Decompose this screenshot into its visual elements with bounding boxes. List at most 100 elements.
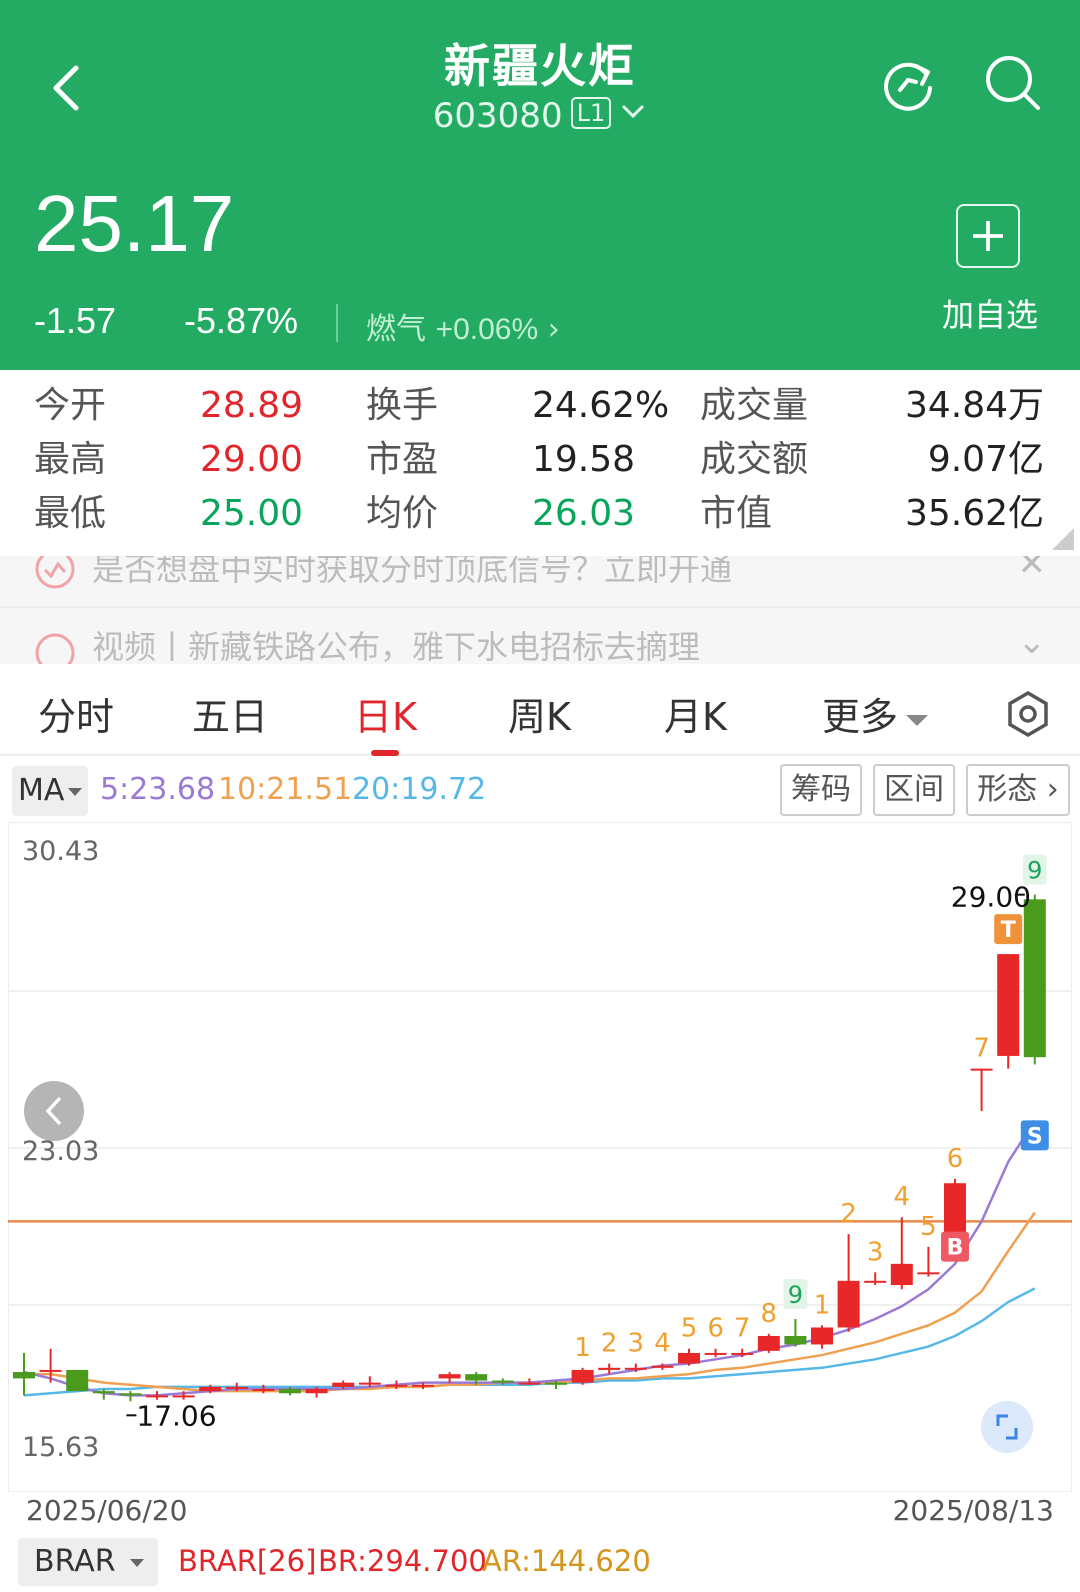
add-watchlist-label[interactable]: 加自选 — [940, 290, 1040, 336]
ma-selector[interactable]: MA — [12, 766, 88, 816]
stat-value: 9.07亿 — [927, 439, 1044, 480]
ma5-value: 5:23.68 — [100, 772, 216, 807]
tab-daily-k[interactable]: 日K — [354, 686, 417, 741]
alert-icon — [35, 556, 75, 589]
stat-value: 26.03 — [532, 493, 636, 534]
tab-weekly-k[interactable]: 周K — [508, 686, 571, 741]
search-icon[interactable] — [982, 52, 1044, 114]
chip-distribution-button[interactable]: 筹码 — [780, 764, 862, 816]
candle-body — [1023, 899, 1046, 1058]
nine-count-label: 3 — [867, 1237, 884, 1267]
corner-triangle-icon — [1052, 528, 1074, 550]
caret-down-icon — [906, 714, 929, 726]
candle-body — [571, 1369, 594, 1383]
candle-body — [704, 1352, 727, 1355]
y-axis-tick-label: 15.63 — [22, 1432, 99, 1463]
nine-count-label: 2 — [601, 1329, 618, 1359]
tab-five-day[interactable]: 五日 — [192, 686, 268, 741]
sector-link[interactable]: 燃气 +0.06% › — [366, 304, 560, 348]
stat-label: 市值 — [700, 493, 773, 534]
candle-body — [305, 1389, 328, 1394]
candle-body — [13, 1372, 35, 1379]
news-text: 视频丨新藏铁路公布，雅下水电招标去摘理 — [92, 628, 701, 664]
stat-value: 35.62亿 — [904, 493, 1044, 534]
nine-count-label: 5 — [920, 1212, 937, 1242]
brar-selector[interactable]: BRAR — [18, 1538, 158, 1586]
nine-count-label: 7 — [734, 1314, 751, 1344]
kline-chart[interactable]: 30.43 23.03 15.63 29.00 17.06 1 2 3 4 5 6 7 8 1 2 3 4 5 6 7… — [7, 821, 1073, 1493]
chevron-down-icon[interactable]: ⌄ — [1018, 622, 1047, 662]
price-change-pct: -5.87% — [184, 300, 299, 341]
tab-more[interactable]: 更多 — [822, 686, 929, 741]
divider — [0, 606, 1080, 608]
sub-indicator-row: BRAR BRAR[26] BR:294.700 AR:144.620 — [0, 1538, 1080, 1592]
candle-body — [225, 1386, 248, 1389]
candle-body — [252, 1389, 275, 1392]
quote-header: 新疆火炬 603080 L1 25.17 -1.57 -5.87% 燃气 +0.0… — [0, 0, 1080, 370]
settings-icon[interactable] — [1004, 690, 1052, 738]
stat-label: 成交量 — [700, 385, 809, 426]
pattern-button-label: 形态 — [977, 772, 1038, 807]
candle-body — [864, 1280, 887, 1283]
nine-count-label: 5 — [681, 1314, 698, 1344]
nine-count-label: 7 — [973, 1034, 990, 1064]
x-axis-start-date: 2025/06/20 — [26, 1494, 188, 1527]
candle-body — [358, 1382, 381, 1385]
chevron-right-icon: › — [547, 312, 560, 347]
brar-selector-label: BRAR — [34, 1544, 116, 1579]
candle-body — [279, 1389, 301, 1394]
ma20-value: 20:19.72 — [352, 772, 487, 807]
banner-text: 是否想盘中实时获取分时顶底信号？立即开通 — [92, 556, 733, 588]
tab-fenshi[interactable]: 分时 — [38, 686, 114, 741]
signal-marker-label: T — [1001, 918, 1016, 943]
sector-name: 燃气 — [366, 312, 426, 347]
stat-label: 今开 — [34, 385, 107, 426]
caret-down-icon — [129, 1558, 144, 1567]
refresh-icon[interactable] — [878, 52, 940, 114]
chevron-down-icon[interactable] — [619, 101, 647, 121]
stat-value: 19.58 — [532, 439, 636, 480]
sector-change: +0.06% — [435, 313, 539, 346]
candle-body — [731, 1352, 754, 1355]
signal-banner[interactable]: 是否想盘中实时获取分时顶底信号？立即开通 ✕ 视频丨新藏铁路公布，雅下水电招标去… — [0, 556, 1080, 664]
x-axis-end-date: 2025/08/13 — [892, 1494, 1054, 1527]
candle-body — [518, 1382, 541, 1385]
stat-label: 最高 — [34, 439, 107, 480]
active-tab-indicator — [371, 750, 399, 756]
news-icon — [35, 633, 75, 664]
br-value: BR:294.700 — [318, 1544, 487, 1578]
candle-body — [651, 1365, 674, 1368]
candle-body — [598, 1367, 621, 1370]
close-icon[interactable]: ✕ — [1018, 556, 1047, 584]
level-badge: L1 — [570, 97, 612, 129]
stat-label: 换手 — [366, 385, 439, 426]
tab-monthly-k[interactable]: 月K — [664, 686, 727, 741]
add-watchlist-icon[interactable] — [956, 204, 1020, 268]
nine-count-label: 9 — [788, 1281, 803, 1309]
caret-down-icon — [68, 787, 83, 796]
candle-body — [837, 1280, 860, 1328]
ma10-value: 10:21.51 — [218, 772, 353, 807]
pattern-button[interactable]: 形态 › — [966, 764, 1070, 816]
stat-value: 29.00 — [200, 439, 304, 480]
y-axis-tick-label: 30.43 — [22, 836, 99, 867]
candle-body — [678, 1352, 700, 1364]
candle-body — [545, 1382, 567, 1385]
stat-value: 24.62% — [532, 385, 670, 426]
candle-body — [491, 1380, 514, 1383]
nine-count-label: 3 — [628, 1329, 645, 1359]
candle-body — [438, 1374, 461, 1379]
kline-svg[interactable]: 30.4323.0315.6329.0017.061 2 3 4 5 6 7 8 1234567… — [7, 821, 1073, 1493]
candle-body — [890, 1263, 913, 1286]
range-button[interactable]: 区间 — [873, 764, 955, 816]
stat-value: 25.00 — [200, 493, 304, 534]
price-change: -1.57 — [34, 300, 117, 341]
signal-marker-label: B — [947, 1236, 964, 1261]
nine-count-label: 8 — [761, 1299, 778, 1329]
tab-more-label: 更多 — [822, 695, 899, 739]
candle-body — [172, 1395, 195, 1398]
divider — [336, 304, 338, 342]
candle-body — [811, 1327, 833, 1345]
nine-count-label: 9 — [1027, 857, 1042, 885]
nine-count-label: 1 — [574, 1333, 591, 1363]
